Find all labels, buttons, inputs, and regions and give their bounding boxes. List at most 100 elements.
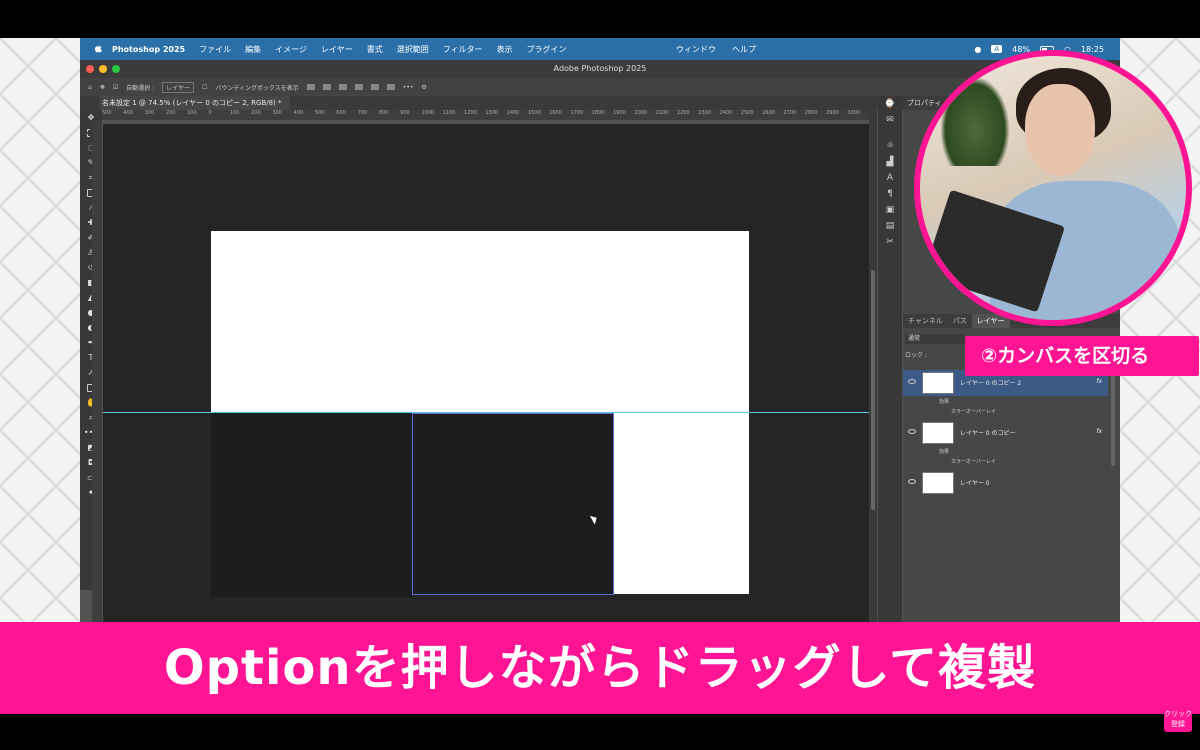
webcam-overlay (914, 50, 1192, 326)
ruler-tick-label: 1600 (549, 110, 562, 116)
tab-channels[interactable]: チャンネル (903, 314, 948, 328)
fx-icon[interactable]: fx (1096, 428, 1102, 435)
ruler-tick-label: 600 (336, 110, 346, 116)
bounding-box-label: バウンディングボックスを表示 (215, 84, 299, 92)
menu-plugins[interactable]: プラグイン (527, 44, 567, 55)
auto-select-checkbox[interactable]: ☑ (113, 84, 118, 91)
canvas-scrollbar[interactable] (869, 110, 877, 626)
menu-window[interactable]: ウィンドウ (676, 44, 716, 55)
menu-layer[interactable]: レイヤー (321, 44, 353, 55)
align-right-icon[interactable] (338, 84, 347, 90)
align-top-icon[interactable] (354, 84, 363, 90)
ruler-tick-label: 300 (272, 110, 282, 116)
blend-mode-dropdown[interactable]: 通常 (905, 334, 965, 344)
gear-icon[interactable]: ⚙ (421, 84, 426, 91)
home-icon[interactable]: ⌂ (88, 84, 92, 91)
history-panel-icon[interactable]: ⌚ (878, 96, 902, 112)
panel-icon-strip: ⌚ ✉ ☼ ▟ A ¶ ▣ ▤ ✂ (878, 96, 902, 626)
minimize-window-icon[interactable] (99, 65, 107, 73)
menu-view[interactable]: 表示 (497, 44, 513, 55)
ruler-tick-label: 3000 (847, 110, 861, 116)
subscribe-button[interactable]: クリック 登録 (1164, 706, 1192, 732)
app-menu[interactable]: Photoshop 2025 (112, 45, 185, 54)
ruler-tick-label: 800 (378, 110, 389, 116)
ruler-tick-label: 300 (144, 110, 155, 116)
menu-type[interactable]: 書式 (367, 44, 383, 55)
fx-icon[interactable]: fx (1096, 378, 1102, 385)
subscribe-line-1: クリック (1164, 710, 1192, 718)
layer-row[interactable]: レイヤー 0 のコピー fx (903, 420, 1108, 446)
ruler-tick-label: 1400 (506, 110, 520, 116)
ruler-tick-label: 2400 (719, 110, 733, 116)
clock[interactable]: 18:25 (1081, 45, 1104, 54)
effect-color-overlay[interactable]: カラーオーバーレイ (951, 408, 996, 415)
ruler-tick-label: 2200 (677, 110, 690, 116)
menu-help[interactable]: ヘルプ (732, 44, 756, 55)
bounding-box-checkbox[interactable]: ☐ (202, 84, 207, 91)
tools-panel-icon[interactable]: ✂ (878, 234, 902, 250)
paragraph-panel-icon[interactable]: ¶ (878, 186, 902, 202)
ruler-tick-label: 100 (229, 110, 240, 116)
menu-file[interactable]: ファイル (199, 44, 231, 55)
ruler-tick-label: 1300 (485, 110, 499, 116)
ruler-tick-label: 0 (208, 110, 212, 116)
horizontal-guide[interactable] (103, 412, 869, 413)
ruler-tick-label: 900 (400, 110, 410, 116)
vertical-ruler (92, 120, 102, 626)
ruler-tick-label: 200 (251, 110, 261, 116)
image-panel-icon[interactable]: ▣ (878, 202, 902, 218)
menu-edit[interactable]: 編集 (245, 44, 261, 55)
more-options-icon[interactable]: ••• (403, 84, 414, 91)
decorative-background-left (0, 38, 80, 626)
input-source-badge[interactable]: A (991, 45, 1003, 53)
dark-rectangle-left[interactable] (211, 413, 412, 597)
window-title: Adobe Photoshop 2025 (553, 64, 647, 73)
horizontal-ruler: 500 400 300 200 100 0 100 200 300 400 500 600 700 800… (102, 110, 870, 120)
ruler-tick-label: 1000 (421, 110, 435, 116)
scrollbar-thumb[interactable] (871, 270, 875, 510)
divider (878, 128, 902, 138)
ruler-tick-label: 2600 (762, 110, 775, 116)
canvas-area[interactable] (103, 124, 869, 626)
ruler-tick-label: 2500 (740, 110, 754, 116)
auto-select-dropdown[interactable]: レイヤー (162, 81, 194, 93)
video-frame: Photoshop 2025 ファイル 編集 イメージ レイヤー 書式 選択範囲… (0, 0, 1200, 750)
menu-image[interactable]: イメージ (275, 44, 307, 55)
ruler-tick-label: 1500 (527, 110, 541, 116)
zoom-window-icon[interactable] (112, 65, 120, 73)
dark-rectangle-duplicate[interactable] (412, 413, 614, 595)
ruler-tick-label: 400 (293, 110, 304, 116)
ruler-tick-label: 700 (357, 110, 368, 116)
ruler-tick-label: 500 (314, 110, 325, 116)
presenter-face (1025, 84, 1095, 176)
tab-paths[interactable]: パス (948, 314, 972, 328)
effect-color-overlay[interactable]: カラーオーバーレイ (951, 458, 996, 465)
visibility-eye-icon[interactable] (908, 429, 916, 434)
record-icon[interactable]: ● (974, 45, 981, 54)
layer-thumbnail (922, 372, 954, 394)
close-window-icon[interactable] (86, 65, 94, 73)
visibility-eye-icon[interactable] (908, 379, 916, 384)
comments-panel-icon[interactable]: ✉ (878, 112, 902, 128)
menu-select[interactable]: 選択範囲 (397, 44, 429, 55)
align-center-icon[interactable] (322, 84, 331, 90)
layer-thumbnail (922, 422, 954, 444)
layer-row[interactable]: レイヤー 0 (903, 470, 1108, 496)
histogram-panel-icon[interactable]: ▟ (878, 154, 902, 170)
libraries-panel-icon[interactable]: ▤ (878, 218, 902, 234)
character-panel-icon[interactable]: A (878, 170, 902, 186)
adjustments-panel-icon[interactable]: ☼ (878, 138, 902, 154)
align-left-icon[interactable] (306, 84, 315, 90)
align-middle-icon[interactable] (370, 84, 379, 90)
layer-name: レイヤー 0 (960, 480, 990, 487)
apple-icon[interactable] (92, 43, 104, 55)
layers-scrollbar[interactable] (1111, 366, 1115, 466)
move-tool-icon[interactable]: ✥ (100, 84, 105, 91)
ruler-tick-label: 2800 (804, 110, 818, 116)
subscribe-line-2: 登録 (1171, 720, 1185, 728)
menu-filter[interactable]: フィルター (443, 44, 483, 55)
ruler-tick-label: 2000 (634, 110, 648, 116)
align-bottom-icon[interactable] (386, 84, 395, 90)
visibility-eye-icon[interactable] (908, 479, 916, 484)
document-tab[interactable]: 名未設定 1 @ 74.5% (レイヤー 0 のコピー 2, RGB/8) * (100, 96, 290, 110)
